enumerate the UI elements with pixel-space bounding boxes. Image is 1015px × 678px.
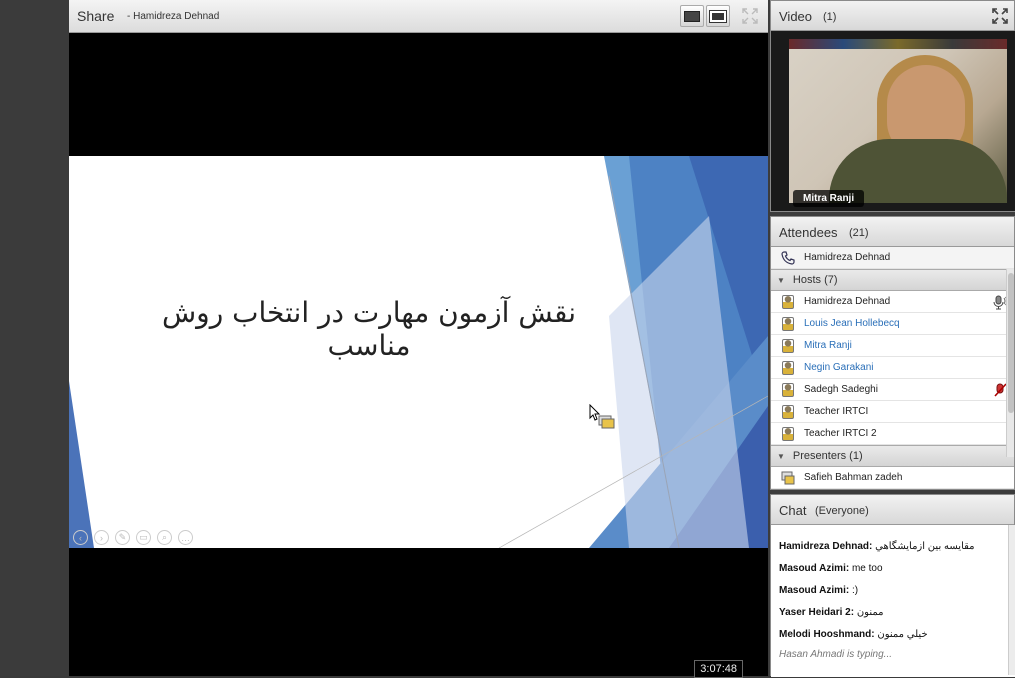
chat-sender: Yaser Heidari 2: — [779, 607, 855, 618]
share-title: Share — [77, 8, 115, 24]
session-timer: 3:07:48 — [694, 660, 743, 678]
attendee-row[interactable]: Teacher IRTCI — [771, 401, 1014, 423]
left-strip — [0, 0, 69, 676]
fullscreen-icon[interactable] — [742, 8, 758, 24]
attendee-name: Sadegh Sadeghi — [804, 384, 878, 395]
attendee-name: Mitra Ranji — [804, 340, 852, 351]
host-user-icon — [782, 404, 794, 419]
attendee-name: Louis Jean Hollebecq — [804, 318, 900, 329]
pen-icon[interactable]: ✎ — [115, 530, 130, 545]
chat-sender: Hamidreza Dehnad: — [779, 541, 873, 552]
phone-user-name: Hamidreza Dehnad — [804, 252, 891, 263]
typing-indicator: Hasan Ahmadi is typing... — [779, 649, 893, 660]
attendees-pod: Attendees (21) Hamidreza Dehnad ▼ Hosts … — [770, 216, 1015, 490]
attendee-row[interactable]: Safieh Bahman zadeh — [771, 467, 1014, 489]
monitor-icon — [684, 10, 700, 22]
chat-text: خيلي ممنون — [877, 629, 928, 640]
right-column: Video (1) Mitra Ranji Attendees (21) Ham… — [768, 0, 1015, 677]
chat-message: Hamidreza Dehnad: مقايسه بين ازمايشگاهي — [779, 541, 975, 552]
presenter-user-icon — [781, 471, 795, 485]
attendee-row[interactable]: Sadegh Sadeghi — [771, 379, 1014, 401]
attendees-title: Attendees — [779, 225, 838, 240]
attendee-name: Teacher IRTCI 2 — [804, 428, 877, 439]
share-pod-header: Share - Hamidreza Dehnad — [69, 0, 768, 33]
attendee-row[interactable]: Hamidreza Dehnad — [771, 291, 1014, 313]
attendee-row[interactable]: Negin Garakani — [771, 357, 1014, 379]
attendees-scrollbar[interactable] — [1006, 269, 1014, 457]
slides-icon[interactable]: ▭ — [136, 530, 151, 545]
zoom-icon[interactable]: ⌕ — [157, 530, 172, 545]
chat-text: me too — [851, 563, 883, 574]
presentation-slide: نقش آزمون مهارت در انتخاب روش مناسب ‹ › … — [69, 156, 768, 548]
more-icon[interactable]: … — [178, 530, 193, 545]
chat-messages: Hamidreza Dehnad: مقايسه بين ازمايشگاهي … — [771, 525, 1015, 677]
chat-scope[interactable]: (Everyone) — [815, 505, 869, 517]
presenters-label: Presenters (1) — [792, 450, 863, 462]
attendee-row[interactable]: Teacher IRTCI 2 — [771, 423, 1014, 445]
bookshelf — [789, 39, 1007, 49]
attendee-name: Teacher IRTCI — [804, 406, 869, 417]
host-user-icon — [782, 360, 794, 375]
attendee-name: Safieh Bahman zadeh — [804, 472, 903, 483]
slide-title: نقش آزمون مهارت در انتخاب روش مناسب — [162, 296, 576, 362]
monitor-selected-icon — [709, 9, 727, 23]
chat-message: Masoud Azimi: me too — [779, 563, 883, 574]
video-pod: Video (1) Mitra Ranji — [770, 0, 1015, 212]
video-pod-header: Video (1) — [771, 1, 1014, 31]
single-screen-button[interactable] — [680, 5, 704, 27]
chat-text: مقايسه بين ازمايشگاهي — [875, 541, 975, 552]
chat-message: Yaser Heidari 2: ممنون — [779, 607, 884, 618]
video-name-tag: Mitra Ranji — [793, 190, 865, 207]
collapse-triangle-icon: ▼ — [777, 275, 785, 285]
chat-pod-header: Chat (Everyone) — [771, 495, 1014, 525]
chat-text: ممنون — [856, 607, 884, 618]
chat-sender: Masoud Azimi: — [779, 563, 850, 574]
video-count: (1) — [823, 11, 837, 23]
prev-slide-icon[interactable]: ‹ — [73, 530, 88, 545]
video-title: Video — [779, 9, 813, 24]
fit-screen-button[interactable] — [706, 5, 730, 27]
hosts-label: Hosts (7) — [792, 274, 838, 286]
share-presenter: - Hamidreza Dehnad — [127, 11, 220, 22]
presenters-group-header[interactable]: ▼ Presenters (1) — [771, 445, 1014, 467]
chat-scrollbar[interactable] — [1008, 525, 1015, 675]
host-user-icon — [782, 294, 794, 309]
hosts-group-header[interactable]: ▼ Hosts (7) — [771, 269, 1014, 291]
attendees-count: (21) — [849, 227, 869, 239]
chat-sender: Masoud Azimi: — [779, 585, 850, 596]
phone-icon — [781, 250, 795, 265]
chat-message: Masoud Azimi: :) — [779, 585, 858, 596]
scrollbar-thumb[interactable] — [1008, 273, 1014, 413]
fullscreen-icon[interactable] — [992, 8, 1008, 29]
host-user-icon — [782, 316, 794, 331]
presenter-cursor-icon — [589, 403, 617, 437]
host-user-icon — [782, 426, 794, 441]
chat-text: :) — [851, 585, 859, 596]
attendees-pod-header: Attendees (21) — [771, 217, 1014, 247]
attendee-row[interactable]: Louis Jean Hollebecq — [771, 313, 1014, 335]
slide-controls: ‹ › ✎ ▭ ⌕ … — [73, 530, 193, 545]
attendee-name: Negin Garakani — [804, 362, 874, 373]
host-user-icon — [782, 382, 794, 397]
webcam-video — [789, 39, 1007, 203]
attendee-name: Hamidreza Dehnad — [804, 296, 891, 307]
chat-sender: Melodi Hooshmand: — [779, 629, 875, 640]
share-pod: Share - Hamidreza Dehnad نقش آزمون مهارت… — [69, 0, 768, 678]
host-user-icon — [782, 338, 794, 353]
attendee-row[interactable]: Mitra Ranji — [771, 335, 1014, 357]
chat-pod: Chat (Everyone) Hamidreza Dehnad: مقايسه… — [770, 494, 1015, 677]
chat-title: Chat — [779, 503, 807, 518]
next-slide-icon[interactable]: › — [94, 530, 109, 545]
chat-message: Melodi Hooshmand: خيلي ممنون — [779, 629, 928, 640]
video-feed-area: Mitra Ranji — [771, 31, 1015, 211]
phone-user-row[interactable]: Hamidreza Dehnad — [771, 247, 1014, 269]
collapse-triangle-icon: ▼ — [777, 451, 785, 461]
